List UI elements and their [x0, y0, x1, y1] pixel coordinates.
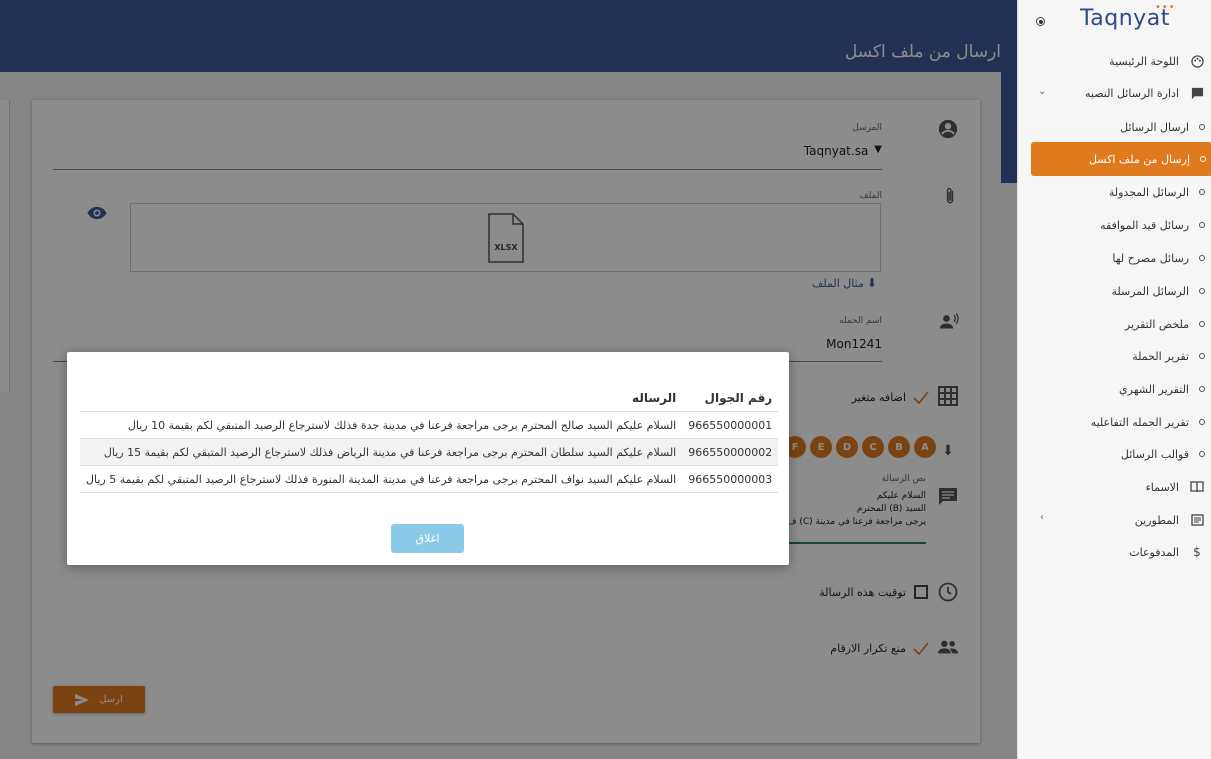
- phone-cell: 966550000003: [682, 465, 779, 493]
- bullet-icon: [1199, 451, 1205, 457]
- brand-dots-icon: •••: [1155, 2, 1176, 13]
- palette-icon: [1189, 54, 1205, 68]
- message-cell: السلام عليكم السيد نواف المحترم برجى مرا…: [80, 465, 683, 493]
- sidebar-item-approved[interactable]: رسائل مصرح لها: [1017, 243, 1211, 273]
- sidebar-toggle[interactable]: [1036, 17, 1045, 26]
- message-cell: السلام عليكم السيد سلطان المحترم برجى مر…: [80, 438, 683, 466]
- column-header-message: الرساله: [80, 385, 683, 412]
- phone-cell: 966550000001: [682, 411, 779, 439]
- preview-table: رقم الجوال الرساله 966550000001 السلام ع…: [80, 385, 779, 493]
- sidebar-item-send-messages[interactable]: ارسال الرسائل: [1017, 112, 1211, 142]
- sidebar: Taqnyat ••• اللوحة الرئيسية ادارة الرسائ…: [1017, 0, 1211, 759]
- sidebar-item-contacts[interactable]: الاسماء: [1017, 472, 1211, 502]
- bullet-icon: [1200, 156, 1206, 162]
- phone-cell: 966550000002: [682, 438, 779, 466]
- table-row: 966550000002 السلام عليكم السيد سلطان ال…: [80, 438, 779, 466]
- bullet-icon: [1199, 189, 1205, 195]
- bullet-icon: [1199, 321, 1205, 327]
- preview-dialog: رقم الجوال الرساله 966550000001 السلام ع…: [67, 352, 789, 565]
- table-row: 966550000003 السلام عليكم السيد نواف الم…: [80, 465, 779, 493]
- book-icon: [1189, 481, 1205, 493]
- sidebar-item-report-summary[interactable]: ملخص التقرير: [1017, 309, 1211, 339]
- sidebar-item-scheduled[interactable]: الرسائل المجدولة: [1017, 177, 1211, 207]
- sidebar-item-pending[interactable]: رسائل قيد الموافقه: [1017, 210, 1211, 240]
- message-icon: [1189, 87, 1205, 100]
- sidebar-item-monthly-report[interactable]: التقرير الشهري: [1017, 374, 1211, 404]
- sidebar-item-payments[interactable]: المدفوعات $: [1017, 537, 1211, 567]
- bullet-icon: [1199, 353, 1205, 359]
- dollar-icon: $: [1193, 545, 1201, 559]
- bullet-icon: [1199, 419, 1205, 425]
- sidebar-item-templates[interactable]: قوالب الرسائل: [1017, 439, 1211, 469]
- api-icon: [1189, 514, 1205, 526]
- sidebar-item-send-from-excel[interactable]: إرسال من ملف اكسل: [1031, 142, 1211, 176]
- bullet-icon: [1199, 124, 1205, 130]
- bullet-icon: [1199, 288, 1205, 294]
- message-cell: السلام عليكم السيد صالح المحترم برجى مرا…: [80, 411, 683, 439]
- bullet-icon: [1199, 222, 1205, 228]
- bullet-icon: [1199, 386, 1205, 392]
- table-row: 966550000001 السلام عليكم السيد صالح الم…: [80, 411, 779, 439]
- bullet-icon: [1199, 255, 1205, 261]
- sidebar-item-interactive-report[interactable]: تقرير الحمله التفاعليه: [1017, 407, 1211, 437]
- sidebar-item-developers[interactable]: المطورين: [1017, 505, 1211, 535]
- sidebar-item-sent[interactable]: الرسائل المرسلة: [1017, 276, 1211, 306]
- chevron-down-icon[interactable]: ⌄: [1038, 86, 1046, 97]
- close-button[interactable]: اغلاق: [391, 524, 464, 553]
- sidebar-item-dashboard[interactable]: اللوحة الرئيسية: [1017, 46, 1211, 76]
- column-header-phone: رقم الجوال: [682, 385, 779, 412]
- chevron-left-icon[interactable]: ‹: [1040, 512, 1044, 523]
- sidebar-item-campaign-report[interactable]: تقرير الحملة: [1017, 341, 1211, 371]
